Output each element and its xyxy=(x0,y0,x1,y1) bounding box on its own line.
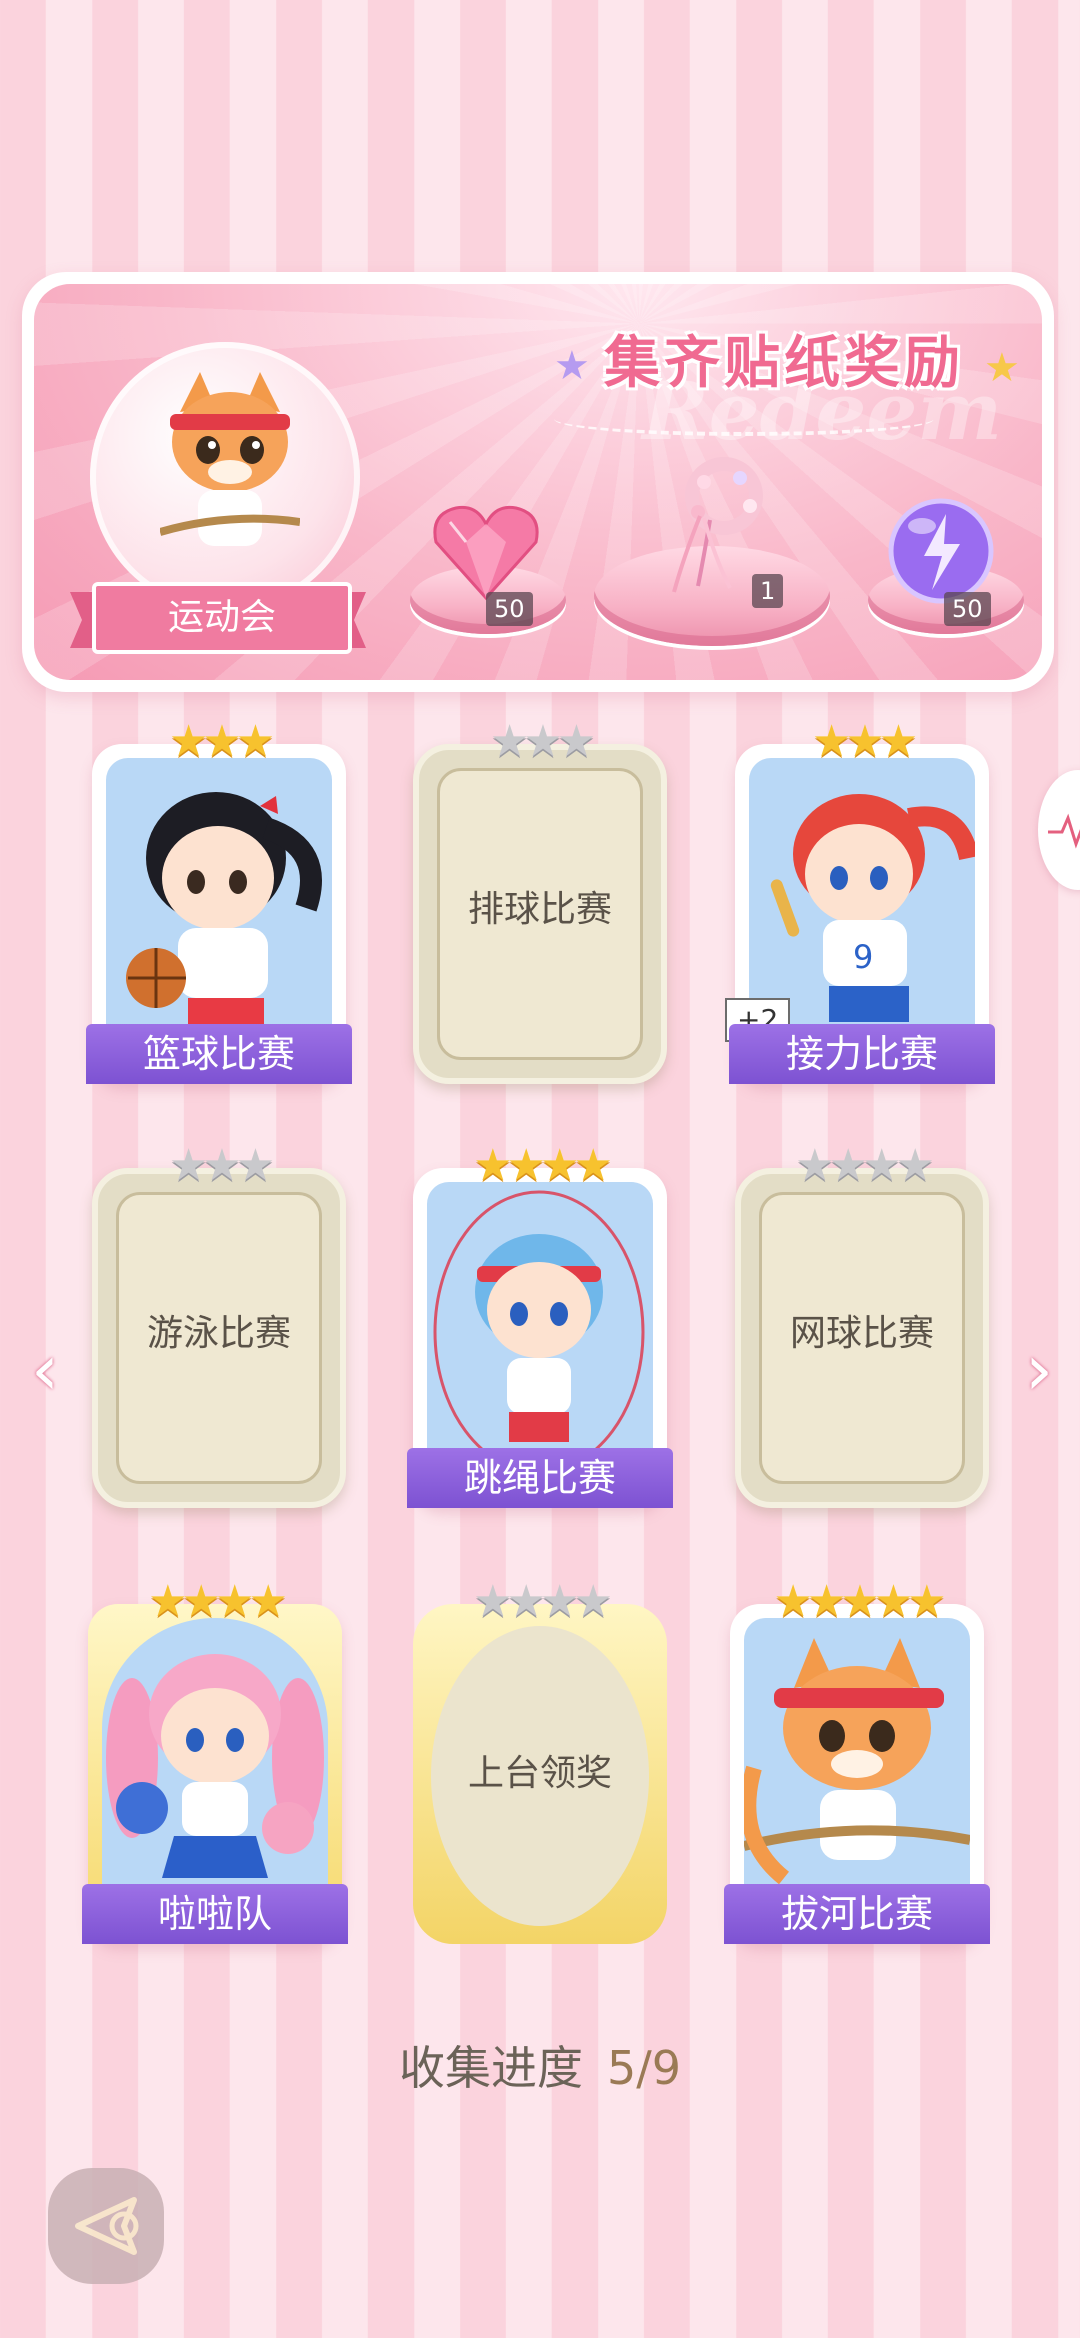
star-icon: ★ xyxy=(573,1140,613,1191)
star-icon: ★ xyxy=(795,1140,835,1191)
star-icon: ★ xyxy=(540,1140,580,1191)
banner-title-group: ★ 集齐贴纸奖励 ★ xyxy=(554,324,1020,414)
next-page-button[interactable]: › xyxy=(1014,1330,1064,1410)
progress-label: 收集进度 xyxy=(398,2041,583,2095)
progress-value: 5/9 xyxy=(606,2041,682,2095)
banner-dashed-decoration xyxy=(554,402,934,436)
card-label: 接力比赛 xyxy=(729,1024,995,1084)
star-icon: ★ xyxy=(523,716,563,767)
locked-card-frame: 游泳比赛 xyxy=(92,1168,346,1508)
star-rating: ★★★★ xyxy=(413,1142,667,1190)
sticker-card-jump-rope[interactable]: ★★★★ 跳绳比赛 xyxy=(407,1142,673,1508)
sticker-card-relay[interactable]: 9 ★★★ +2 接力比赛 xyxy=(725,718,995,1084)
star-icon: ★ xyxy=(148,1576,188,1627)
sticker-card-award-ceremony[interactable]: 上台领奖 ★★★★ xyxy=(413,1578,667,1944)
card-label: 网球比赛 xyxy=(789,1313,934,1354)
cat-tug-of-war-icon xyxy=(160,372,300,546)
sticker-card-swimming[interactable]: 游泳比赛 ★★★ xyxy=(92,1142,346,1508)
star-icon: ★ xyxy=(489,716,530,767)
star-rating: ★★★ xyxy=(92,718,346,766)
heartbeat-icon xyxy=(1048,813,1080,849)
star-icon: ★ xyxy=(473,1576,513,1627)
star-rating: ★★★★ xyxy=(88,1578,342,1626)
chevron-right-icon: › xyxy=(1025,1329,1053,1411)
star-icon: ★ xyxy=(181,1576,222,1627)
star-icon: ★ xyxy=(540,1576,580,1627)
star-rating: ★★★ xyxy=(92,1142,346,1190)
yellow-star-icon: ★ xyxy=(984,345,1020,391)
star-icon: ★ xyxy=(862,1140,902,1191)
star-icon: ★ xyxy=(878,716,919,767)
star-icon: ★ xyxy=(168,716,209,767)
prev-page-button[interactable]: ‹ xyxy=(20,1330,70,1410)
card-label: 跳绳比赛 xyxy=(407,1448,673,1508)
back-button[interactable] xyxy=(48,2168,164,2284)
star-icon: ★ xyxy=(806,1576,847,1627)
reward-count-2: 1 xyxy=(752,574,784,608)
reward-banner-background: Redeem ★ 集齐贴纸奖励 ★ 运动会 50 1 50 xyxy=(34,284,1042,680)
star-icon: ★ xyxy=(840,1576,880,1627)
pink-heart-gem-icon[interactable] xyxy=(430,502,542,602)
sticker-card-tennis[interactable]: 网球比赛 ★★★★ xyxy=(735,1142,989,1508)
star-icon: ★ xyxy=(235,1140,276,1191)
star-icon: ★ xyxy=(895,1140,935,1191)
sticker-card-volleyball[interactable]: 排球比赛 ★★★ xyxy=(413,718,667,1084)
chevron-left-icon: ‹ xyxy=(31,1329,59,1411)
star-icon: ★ xyxy=(907,1576,947,1627)
star-rating: ★★★★★ xyxy=(730,1578,984,1626)
card-label: 游泳比赛 xyxy=(146,1313,291,1354)
locked-card-frame: 网球比赛 xyxy=(735,1168,989,1508)
svg-text:9: 9 xyxy=(853,938,873,976)
locked-card-frame-gold: 上台领奖 xyxy=(413,1604,667,1944)
star-icon: ★ xyxy=(506,1140,547,1191)
star-rating: ★★★★ xyxy=(735,1142,989,1190)
star-icon: ★ xyxy=(811,716,852,767)
sticker-card-cheerleader[interactable]: ★★★★ 啦啦队 xyxy=(82,1578,348,1944)
card-label: 排球比赛 xyxy=(467,889,612,930)
reward-banner: Redeem ★ 集齐贴纸奖励 ★ 运动会 50 1 50 xyxy=(22,272,1054,692)
banner-title: 集齐贴纸奖励 xyxy=(604,331,964,396)
reward-count-3: 50 xyxy=(944,592,991,626)
star-icon: ★ xyxy=(248,1576,288,1627)
star-icon: ★ xyxy=(506,1576,547,1627)
locked-card-frame: 排球比赛 xyxy=(413,744,667,1084)
star-icon: ★ xyxy=(473,1140,513,1191)
event-avatar xyxy=(90,342,360,612)
star-icon: ★ xyxy=(202,716,242,767)
star-rating: ★★★ xyxy=(413,718,667,766)
purple-star-icon: ★ xyxy=(554,343,590,389)
collection-progress: 收集进度 5/9 xyxy=(0,2032,1080,2098)
sticker-card-basketball[interactable]: ★★★ 篮球比赛 xyxy=(86,718,352,1084)
reward-count-1: 50 xyxy=(486,592,533,626)
star-icon: ★ xyxy=(573,1576,613,1627)
star-rating: ★★★★ xyxy=(413,1578,667,1626)
sticker-card-tug-of-war[interactable]: ★★★★★ 拔河比赛 xyxy=(724,1578,990,1944)
event-name-ribbon: 运动会 xyxy=(70,582,366,654)
card-label: 篮球比赛 xyxy=(86,1024,352,1084)
card-label: 拔河比赛 xyxy=(724,1884,990,1944)
event-name-label: 运动会 xyxy=(92,582,352,654)
card-label: 啦啦队 xyxy=(82,1884,348,1944)
purple-energy-orb-icon[interactable] xyxy=(886,496,996,606)
star-icon: ★ xyxy=(215,1576,255,1627)
star-icon: ★ xyxy=(235,716,276,767)
star-icon: ★ xyxy=(773,1576,813,1627)
star-icon: ★ xyxy=(845,716,885,767)
star-icon: ★ xyxy=(168,1140,209,1191)
star-icon: ★ xyxy=(202,1140,242,1191)
card-label: 上台领奖 xyxy=(467,1753,612,1794)
star-rating: ★★★ xyxy=(735,718,989,766)
side-heartbeat-button[interactable] xyxy=(1038,770,1080,890)
star-icon: ★ xyxy=(873,1576,914,1627)
star-icon: ★ xyxy=(828,1140,869,1191)
back-arrow-icon xyxy=(75,2197,139,2255)
star-icon: ★ xyxy=(556,716,597,767)
